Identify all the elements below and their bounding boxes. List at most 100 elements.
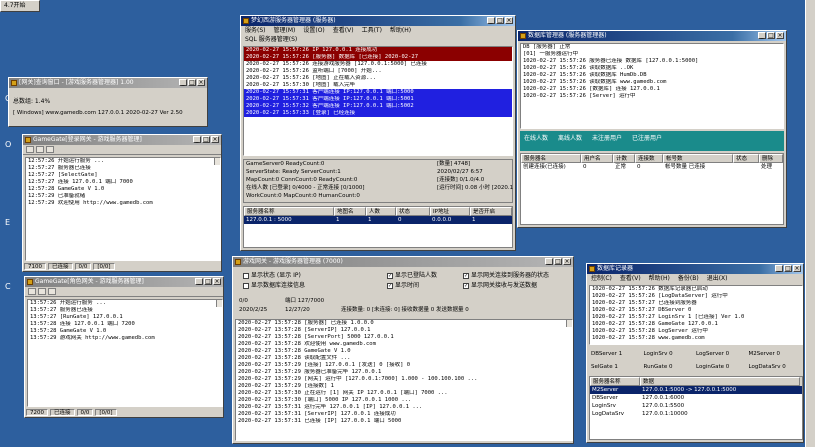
log-line: 13:57:27 [RunGate] 127.0.0.1 xyxy=(30,314,123,320)
checkbox[interactable] xyxy=(243,272,249,279)
checkbox[interactable] xyxy=(243,282,249,289)
minimize-button[interactable]: _ xyxy=(758,32,766,39)
close-button[interactable]: × xyxy=(776,32,784,39)
log-titlebar[interactable]: 数据库记录器 _ □ × xyxy=(587,264,803,274)
taskbar-start[interactable]: 4.7开始 xyxy=(0,0,40,12)
menu-view[interactable]: 查看(V) xyxy=(620,274,641,283)
checkbox[interactable]: ✓ xyxy=(387,272,393,279)
col-status[interactable]: 状态 xyxy=(396,207,430,216)
col-server[interactable]: 服务器名 xyxy=(521,154,581,163)
menu-backup[interactable]: 备份(B) xyxy=(678,274,699,283)
table-row[interactable]: LoginSrv 127.0.0.1:5500 xyxy=(590,402,802,410)
col-data[interactable]: 数据 xyxy=(640,377,800,386)
close-button[interactable]: × xyxy=(793,265,801,272)
col-status[interactable]: 状态 xyxy=(733,154,759,163)
check-show-online[interactable]: ✓ 显示已登陆人数 xyxy=(387,271,437,281)
menu-manage[interactable]: 管理(M) xyxy=(274,26,296,35)
checkbox[interactable]: ✓ xyxy=(387,282,393,289)
maximize-button[interactable]: □ xyxy=(188,79,196,86)
gate2-titlebar[interactable]: GameGate[角色网关 - 游戏服务器管理] _ □ × xyxy=(25,277,223,287)
db-table[interactable]: 服务器名 用户名 计数 连接数 帐号数 状态 删除 创建连接(已连接) 0 正常… xyxy=(520,153,784,225)
col-user[interactable]: 用户名 xyxy=(581,154,613,163)
tool-button[interactable] xyxy=(26,146,34,153)
menu-tools[interactable]: 工具(T) xyxy=(362,26,382,35)
maximize-button[interactable]: □ xyxy=(496,17,504,24)
maximize-button[interactable]: □ xyxy=(767,32,775,39)
server-log[interactable]: 2020-02-27 15:57:26 IP 127.0.0.1 连接成功 20… xyxy=(243,46,513,156)
minimize-button[interactable]: _ xyxy=(487,17,495,24)
checkbox[interactable]: ✓ xyxy=(463,272,469,279)
tab-registered[interactable]: 已注册用户 xyxy=(632,133,662,149)
run-gate-log[interactable]: 2020-02-27 13:57:28 [服务器] 已连接 1.0.0.0 20… xyxy=(235,319,573,441)
gate1-titlebar[interactable]: GameGate[登录网关 - 游戏服务器管理] _ □ × xyxy=(23,135,221,145)
col-count[interactable]: 计数 xyxy=(613,154,635,163)
query-titlebar[interactable]: [网关]查询窗口 - [游戏服务器管理器] 1.00 _ □ × xyxy=(9,78,207,88)
col-conn[interactable]: 连接数 xyxy=(635,154,663,163)
col-ip[interactable]: IP地址 xyxy=(430,207,470,216)
vertical-scrollbar[interactable] xyxy=(214,158,220,165)
minimize-button[interactable]: _ xyxy=(179,79,187,86)
tool-button[interactable] xyxy=(38,288,46,295)
close-button[interactable]: × xyxy=(505,17,513,24)
col-delete[interactable]: 删除 xyxy=(759,154,783,163)
table-row[interactable]: DBServer 127.0.0.1:6000 xyxy=(590,394,802,402)
table-row[interactable]: LogDataSrv 127.0.0.1:10000 xyxy=(590,410,802,418)
table-row[interactable]: 创建连接(已连接) 0 正常 0 帐号数量 已连接 处理 xyxy=(521,163,783,171)
desktop-icon-2[interactable]: O xyxy=(5,140,11,149)
log-server-table[interactable]: 服务器名称 数据 M2Server 127.0.0.1:5000 -> 127.0… xyxy=(589,376,803,440)
check-show-time[interactable]: ✓ 显示时间 xyxy=(387,281,419,291)
minimize-button[interactable]: _ xyxy=(195,278,203,285)
maximize-button[interactable]: □ xyxy=(204,278,212,285)
maximize-button[interactable]: □ xyxy=(202,136,210,143)
tab-unregistered[interactable]: 未注册用户 xyxy=(592,133,622,149)
menu-service[interactable]: 服务(S) xyxy=(245,26,266,35)
desktop-icon-3[interactable]: E xyxy=(5,218,10,227)
tab-online[interactable]: 在线人数 xyxy=(524,133,548,149)
col-map[interactable]: 地图名 xyxy=(334,207,366,216)
col-accounts[interactable]: 帐号数 xyxy=(663,154,733,163)
col-server[interactable]: 服务器名称 xyxy=(590,377,640,386)
table-row[interactable]: M2Server 127.0.0.1:5000 -> 127.0.0.1:5000 xyxy=(590,386,802,394)
close-button[interactable]: × xyxy=(197,79,205,86)
tab-offline[interactable]: 离线人数 xyxy=(558,133,582,149)
run-gate-titlebar[interactable]: 游戏网关 - 游戏服务器管理器 (7000) _ □ × xyxy=(233,257,573,267)
checkbox[interactable]: ✓ xyxy=(463,282,469,289)
log-server-log[interactable]: 1020-02-27 15:57:26 数据库记录器已启动 1020-02-27… xyxy=(589,285,803,345)
db-titlebar[interactable]: 数据库管理器 (服务器管理器) _ □ × xyxy=(518,31,786,41)
tool-button[interactable] xyxy=(36,146,44,153)
vertical-scrollbar[interactable] xyxy=(216,300,222,307)
gate1-log[interactable]: 12:57:26 开始运行服务 ... 12:57:27 服务器已连接 12:5… xyxy=(25,157,221,261)
close-button[interactable]: × xyxy=(213,278,221,285)
check-show-db[interactable]: 显示数据库连接信息 xyxy=(243,281,305,291)
check-show-data[interactable]: ✓ 显示网关接收与发送数据 xyxy=(463,281,537,291)
menu-control[interactable]: 控制(C) xyxy=(591,274,612,283)
col-server[interactable]: 服务器名称 xyxy=(244,207,334,216)
close-button[interactable]: × xyxy=(563,258,571,265)
minimize-button[interactable]: _ xyxy=(193,136,201,143)
menu-help[interactable]: 帮助(H) xyxy=(649,274,670,283)
server-manager-titlebar[interactable]: 梦幻西游服务器管理器 (服务器) _ □ × xyxy=(241,16,515,26)
db-log[interactable]: DB [服务器] 正常 [01] 一服务器运行中 1020-02-27 15:5… xyxy=(520,43,784,129)
menu-exit[interactable]: 退出(X) xyxy=(707,274,728,283)
desktop-icon-4[interactable]: C xyxy=(5,282,11,291)
tool-button[interactable] xyxy=(28,288,36,295)
maximize-button[interactable]: □ xyxy=(554,258,562,265)
menu-settings[interactable]: 设置(O) xyxy=(303,26,324,35)
sql-manager-item[interactable]: SQL 服务器管理(S) xyxy=(245,35,297,44)
check-show-ip[interactable]: 显示状态 (显示 IP) xyxy=(243,271,301,281)
server-table[interactable]: 服务器名称 地图名 人数 状态 IP地址 是否开启 127.0.0.1 : 50… xyxy=(243,206,513,248)
vertical-scrollbar[interactable] xyxy=(566,320,572,327)
minimize-button[interactable]: _ xyxy=(775,265,783,272)
minimize-button[interactable]: _ xyxy=(545,258,553,265)
tool-button[interactable] xyxy=(48,288,56,295)
menu-help[interactable]: 帮助(H) xyxy=(390,26,411,35)
gate2-log[interactable]: 13:57:26 开始运行服务 ... 13:57:27 服务器已连接 13:5… xyxy=(27,299,223,407)
col-count[interactable]: 人数 xyxy=(366,207,396,216)
close-button[interactable]: × xyxy=(211,136,219,143)
table-row[interactable]: 127.0.0.1 : 5000 1 1 0 0.0.0.0 1 xyxy=(244,216,512,224)
col-open[interactable]: 是否开启 xyxy=(470,207,512,216)
maximize-button[interactable]: □ xyxy=(784,265,792,272)
tool-button[interactable] xyxy=(46,146,54,153)
check-show-gate-state[interactable]: ✓ 显示网关连接到服务器的状态 xyxy=(463,271,549,281)
menu-view[interactable]: 查看(V) xyxy=(333,26,354,35)
